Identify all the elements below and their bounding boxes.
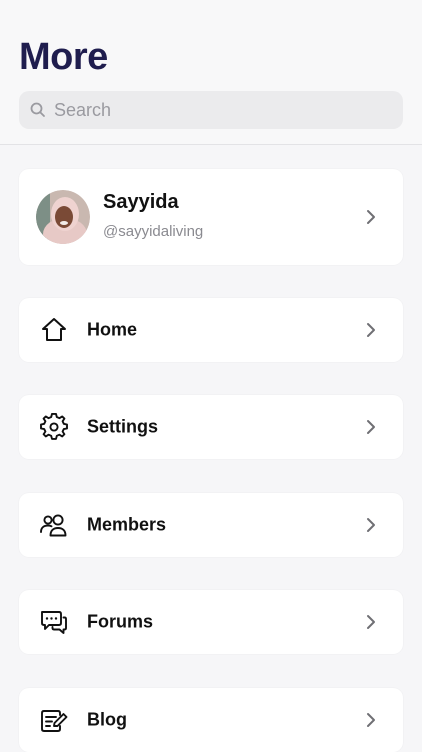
menu-item-label: Settings [87, 416, 159, 437]
menu-item-settings[interactable]: Settings [19, 395, 403, 459]
members-icon [39, 510, 69, 540]
avatar [36, 190, 90, 244]
chevron-right-icon [365, 613, 377, 631]
search-placeholder: Search [54, 99, 112, 120]
chevron-right-icon [365, 711, 377, 729]
menu-item-label: Forums [87, 611, 154, 632]
page-title: More [19, 36, 108, 78]
menu-item-blog[interactable]: Blog [19, 688, 403, 752]
menu-item-label: Blog [87, 709, 127, 730]
gear-icon [39, 412, 69, 442]
search-input[interactable]: Search [19, 91, 403, 129]
blog-icon [39, 705, 69, 735]
profile-handle: @sayyidaliving [103, 223, 204, 240]
menu-item-label: Members [87, 514, 167, 535]
menu-item-members[interactable]: Members [19, 493, 403, 557]
chevron-right-icon [365, 418, 377, 436]
profile-card[interactable]: Sayyida @sayyidaliving [19, 169, 403, 265]
profile-name: Sayyida [103, 191, 179, 213]
menu-item-forums[interactable]: Forums [19, 590, 403, 654]
home-icon [39, 315, 69, 345]
menu-item-home[interactable]: Home [19, 298, 403, 362]
chevron-right-icon [365, 321, 377, 339]
search-icon [29, 101, 47, 119]
header: More Search [0, 0, 422, 145]
chevron-right-icon [365, 516, 377, 534]
menu-item-label: Home [87, 319, 138, 340]
chevron-right-icon [365, 208, 377, 226]
forums-icon [39, 607, 69, 637]
